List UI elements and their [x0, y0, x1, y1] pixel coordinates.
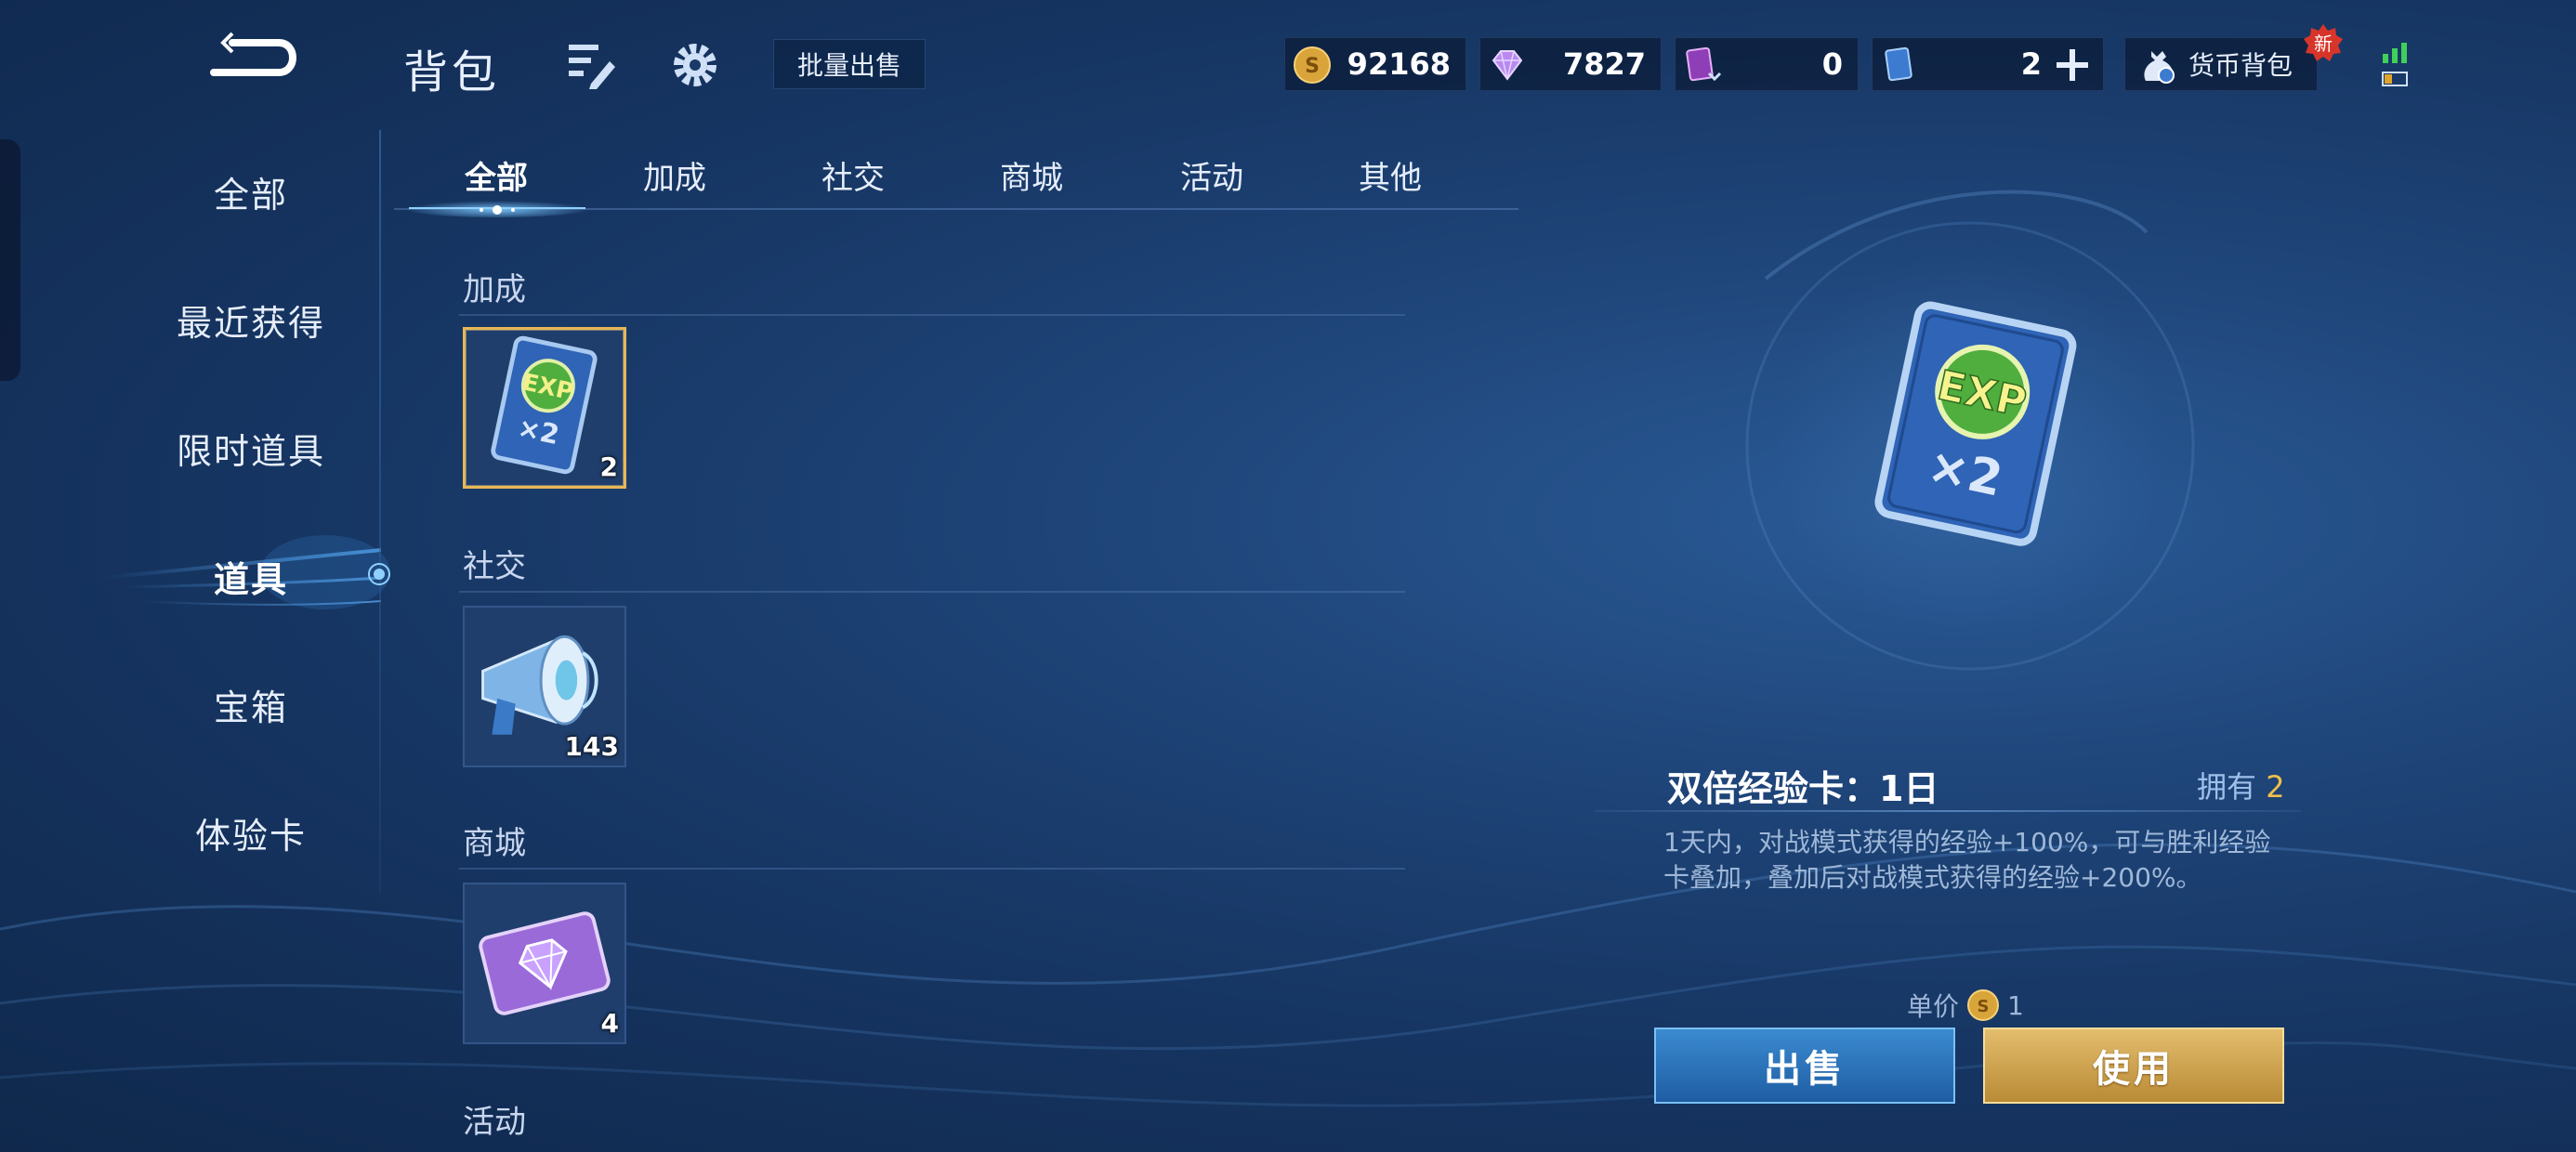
sidebar-item-trial-card[interactable]: 体验卡: [0, 795, 502, 870]
purple-diamond-icon: [1492, 50, 1523, 81]
money-bag-icon: [2144, 51, 2175, 84]
price-label: 单价: [1907, 991, 1960, 1022]
sidebar-item-recent[interactable]: 最近获得: [0, 282, 502, 357]
blue-ticket-icon: [1885, 46, 1912, 82]
item-count: 2: [599, 452, 618, 482]
tab-mall[interactable]: 商城: [957, 151, 1106, 199]
sidebar-divider: [379, 130, 381, 892]
tab-social[interactable]: 社交: [779, 151, 927, 199]
section-divider: [459, 591, 1405, 593]
section-title-social: 社交: [463, 548, 526, 585]
sidebar-item-props[interactable]: 道具: [0, 539, 502, 613]
purple-card-icon: [1686, 46, 1722, 82]
tab-event[interactable]: 活动: [1137, 151, 1286, 199]
detail-divider: [1595, 810, 2301, 812]
unit-price: 单价 S 1: [1907, 987, 2024, 1024]
new-badge-text: 新: [2314, 33, 2333, 55]
item-slot-megaphone[interactable]: 143: [463, 606, 626, 767]
section-divider: [459, 868, 1405, 870]
item-slot-exp-card[interactable]: EXP ×2 2: [463, 327, 626, 489]
gem-amount: 7827: [1562, 46, 1646, 82]
batch-sell-button[interactable]: 批量出售: [773, 39, 926, 89]
top-bar: 背包 批量出售 S 92168 7827 0 2 货币背包 新: [0, 0, 2576, 130]
ticket-amount: 2: [2020, 46, 2042, 82]
currency-wallet-button[interactable]: 货币背包: [2124, 37, 2318, 91]
page-title: 背包: [403, 46, 501, 98]
wallet-label: 货币背包: [2188, 50, 2293, 81]
svg-text:S: S: [1978, 997, 1990, 1016]
use-button[interactable]: 使用: [1983, 1028, 2284, 1104]
item-name: 双倍经验卡：1日: [1667, 768, 1939, 809]
gold-currency: S 92168: [1284, 37, 1466, 91]
item-slot-gem-ticket[interactable]: 4: [463, 883, 626, 1044]
sidebar-item-chest[interactable]: 宝箱: [0, 667, 502, 741]
section-title-event: 活动: [463, 1104, 526, 1141]
section-title-mall: 商城: [463, 825, 526, 862]
owned-value: 2: [2266, 769, 2285, 805]
section-title-bonus: 加成: [463, 271, 526, 308]
owned-count: 拥有 2: [2197, 764, 2285, 806]
item-count: 4: [600, 1008, 619, 1039]
gear-icon[interactable]: [667, 37, 723, 93]
ticket-currency: 2: [1872, 37, 2104, 91]
section-divider: [459, 314, 1405, 316]
item-count: 143: [564, 731, 619, 762]
exp-double-card-large-icon: EXP ×2: [1874, 301, 2077, 546]
active-tab-glow: [404, 199, 590, 217]
gem-currency: 7827: [1479, 37, 1662, 91]
gold-coin-icon: S: [1294, 46, 1331, 84]
tab-bonus[interactable]: 加成: [600, 151, 749, 199]
new-badge: 新: [2304, 24, 2343, 61]
card-currency: 0: [1675, 37, 1859, 91]
edit-list-icon[interactable]: [563, 37, 619, 93]
card-amount: 0: [1821, 46, 1843, 82]
price-value: 1: [2007, 989, 2024, 1021]
network-signal-icon: [2382, 43, 2408, 86]
sidebar-item-limited[interactable]: 限时道具: [0, 411, 502, 485]
svg-text:S: S: [1305, 55, 1320, 78]
sidebar-item-label: 道具: [213, 558, 288, 600]
plus-icon[interactable]: [2053, 46, 2092, 85]
gold-coin-icon: S: [1967, 989, 2000, 1021]
sidebar-item-label: 宝箱: [213, 687, 288, 728]
back-arrow-icon[interactable]: [195, 26, 307, 91]
sidebar-item-label: 限时道具: [176, 430, 325, 472]
sell-button[interactable]: 出售: [1654, 1028, 1955, 1104]
gold-amount: 92168: [1347, 46, 1451, 82]
sidebar-item-label: 体验卡: [194, 815, 307, 857]
owned-label: 拥有: [2197, 769, 2257, 805]
item-description: 1天内，对战模式获得的经验+100%，可与胜利经验卡叠加，叠加后对战模式获得的经…: [1663, 827, 2271, 893]
sidebar-item-label: 全部: [213, 174, 288, 216]
tab-other[interactable]: 其他: [1316, 151, 1465, 199]
sidebar-item-label: 最近获得: [176, 302, 325, 344]
